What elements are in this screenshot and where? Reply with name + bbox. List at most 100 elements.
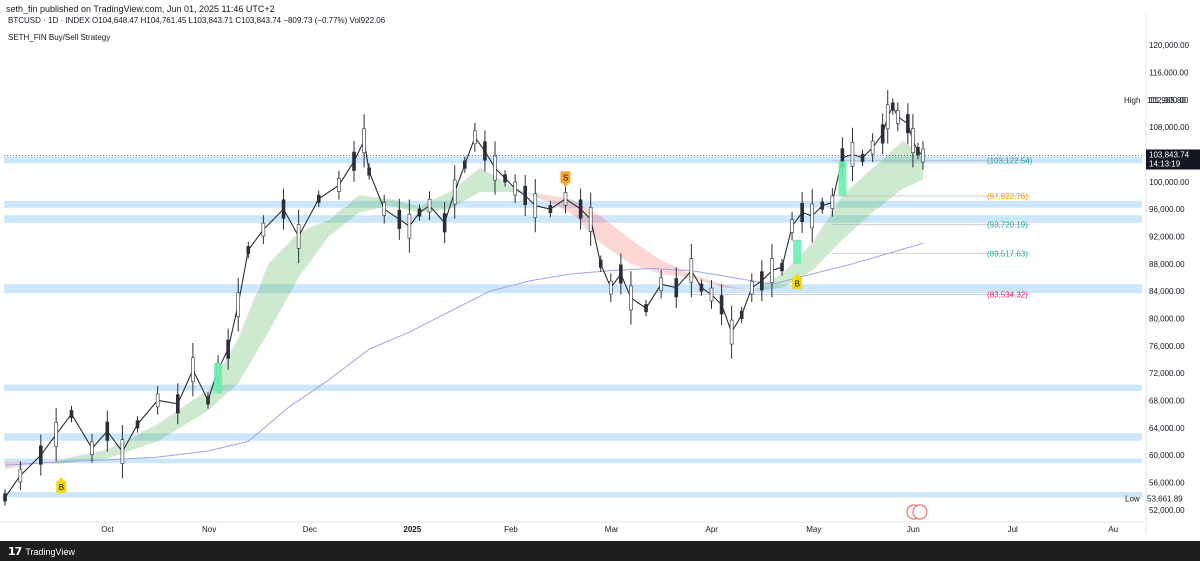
support-resistance-zone xyxy=(4,384,1142,391)
candle-body xyxy=(749,280,754,295)
candle-body xyxy=(281,199,286,219)
y-tick-label: 76,000.00 xyxy=(1149,342,1185,351)
tradingview-logo-icon: 17 xyxy=(8,545,22,558)
candle-body xyxy=(261,222,266,237)
candle-body xyxy=(895,110,900,124)
y-tick-label: 116,000.00 xyxy=(1149,68,1189,77)
signal-bar xyxy=(214,362,223,394)
y-tick-label: 72,000.00 xyxy=(1149,369,1185,378)
x-tick-label: Nov xyxy=(202,525,216,534)
support-resistance-zone xyxy=(4,156,1142,164)
candle-body xyxy=(362,128,366,154)
candle-body xyxy=(39,445,43,465)
candle-body xyxy=(236,292,241,318)
level-label: (97,922.76) xyxy=(987,192,1028,201)
candle-body xyxy=(729,319,734,345)
x-tick-label: Jul xyxy=(1008,525,1018,534)
candle-body xyxy=(563,192,568,206)
y-tick-label: 68,000.00 xyxy=(1149,396,1185,405)
candle-body xyxy=(916,147,920,155)
candle-body xyxy=(885,104,890,130)
candle-body xyxy=(911,128,915,154)
signal-label: S xyxy=(563,173,568,182)
candle-body xyxy=(739,311,744,319)
indicator-legend: SETH_FIN Buy/Sell Strategy xyxy=(8,33,110,42)
high-label: High xyxy=(1124,96,1140,105)
y-tick-label: 100,000.00 xyxy=(1149,178,1190,187)
candle-body xyxy=(533,193,538,218)
tradingview-brand[interactable]: 17 TradingView xyxy=(8,545,75,558)
candle-body xyxy=(155,393,160,408)
candle-body xyxy=(493,155,497,181)
candle-body xyxy=(120,439,125,464)
publish-info: seth_fin published on TradingView.com, J… xyxy=(6,4,275,14)
candle-body xyxy=(316,194,321,203)
support-resistance-zone xyxy=(4,215,1142,223)
signal-label: B xyxy=(59,483,64,492)
candle-body xyxy=(442,213,447,233)
candle-body xyxy=(473,130,477,145)
y-tick-label: 64,000.00 xyxy=(1149,424,1185,433)
price-chart[interactable]: BTCUSD · 1D · INDEX O104,648.47 H104,761… xyxy=(0,14,1200,541)
signal-bar xyxy=(793,239,802,264)
x-tick-label: Mar xyxy=(605,525,619,534)
level-label: (93,720.19) xyxy=(987,221,1028,230)
y-tick-label: 88,000.00 xyxy=(1149,260,1185,269)
low-label: Low xyxy=(1125,494,1140,503)
support-resistance-zone xyxy=(4,458,1142,464)
candle-body xyxy=(820,201,825,210)
candle-body xyxy=(135,420,140,429)
candle-body xyxy=(860,153,865,162)
candle-body xyxy=(246,246,251,255)
candle-body xyxy=(578,199,583,219)
candle-body xyxy=(483,141,487,161)
y-tick-label: 52,000.00 xyxy=(1149,506,1185,515)
candle-body xyxy=(608,280,613,295)
candle-body xyxy=(105,421,110,441)
candle-body xyxy=(462,160,467,169)
support-resistance-zone xyxy=(4,491,1142,498)
candle-body xyxy=(921,148,925,163)
x-tick-label: Dec xyxy=(303,525,317,534)
candle-body xyxy=(780,263,784,272)
publish-bar: seth_fin published on TradingView.com, J… xyxy=(0,0,1200,14)
candle-body xyxy=(619,264,623,284)
x-tick-label: Apr xyxy=(706,525,719,534)
y-tick-label: 60,000.00 xyxy=(1149,451,1185,460)
calendar-flag-icon[interactable] xyxy=(912,504,928,520)
level-label: (89,517.63) xyxy=(987,249,1028,258)
low-value: 53,661.89 xyxy=(1147,494,1183,503)
candle-body xyxy=(69,410,74,419)
candle-body xyxy=(54,422,58,447)
x-tick-label: Feb xyxy=(504,525,518,534)
candle-body xyxy=(709,287,714,302)
candle-body xyxy=(367,167,371,176)
candle-body xyxy=(397,209,402,229)
high-value: 111,965.80 xyxy=(1147,96,1186,105)
candle-body xyxy=(191,357,195,382)
candle-body xyxy=(870,140,875,155)
y-tick-label: 120,000.00 xyxy=(1149,41,1190,50)
candle-body xyxy=(90,441,94,456)
candle-body xyxy=(880,124,885,144)
signal-bar xyxy=(838,161,847,196)
candle-body xyxy=(830,195,835,210)
candle-body xyxy=(906,114,910,134)
last-price-timer: 14:13:19 xyxy=(1149,159,1181,168)
candle-body xyxy=(890,102,895,111)
candle-body xyxy=(417,208,422,217)
candle-body xyxy=(598,259,603,268)
y-tick-label: 56,000.00 xyxy=(1149,478,1185,487)
candle-body xyxy=(427,198,432,213)
candle-body xyxy=(175,394,180,414)
candle-body xyxy=(850,142,855,167)
signal-label: B xyxy=(795,279,800,288)
candle-body xyxy=(689,258,694,283)
candle-body xyxy=(548,205,553,214)
candle-body xyxy=(659,277,663,292)
candle-body xyxy=(674,278,679,298)
candle-body xyxy=(352,151,356,171)
candle-body xyxy=(760,271,764,291)
x-tick-label: 2025 xyxy=(403,525,421,534)
ohlc-legend: BTCUSD · 1D · INDEX O104,648.47 H104,761… xyxy=(8,16,386,25)
